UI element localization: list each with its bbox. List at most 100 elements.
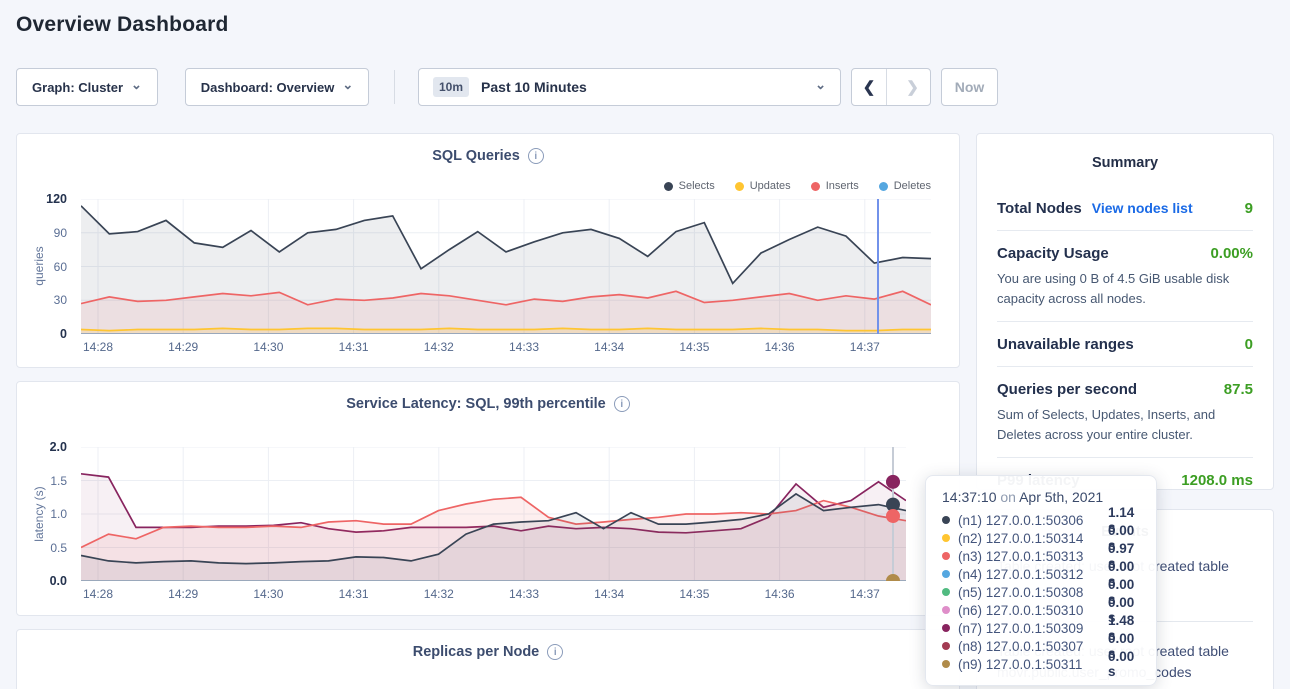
summary-row-total-nodes: Total Nodes View nodes list 9: [997, 186, 1253, 231]
capacity-label: Capacity Usage: [997, 245, 1109, 262]
summary-row-capacity: Capacity Usage 0.00% You are using 0 B o…: [997, 231, 1253, 322]
info-icon[interactable]: i: [528, 148, 544, 164]
legend-color-dot: [811, 182, 820, 191]
y-tick-label: 2.0: [50, 440, 67, 454]
info-icon[interactable]: i: [547, 644, 563, 660]
summary-body: Total Nodes View nodes list 9 Capacity U…: [997, 186, 1253, 502]
y-axis-ticks: 0.00.51.01.52.0: [17, 447, 73, 581]
y-tick-label: 60: [54, 260, 67, 274]
tooltip-timestamp: 14:37:10 on Apr 5th, 2021: [942, 489, 1140, 505]
legend-label: Deletes: [894, 180, 931, 192]
node-address: (n7) 127.0.0.1:50309: [958, 621, 1100, 636]
legend-label: Selects: [679, 180, 715, 192]
legend-item[interactable]: Updates: [735, 180, 791, 192]
node-address: (n9) 127.0.0.1:50311: [958, 657, 1100, 672]
chart-title: Replicas per Node: [413, 644, 540, 660]
y-tick-label: 120: [46, 192, 67, 206]
y-tick-label: 1.0: [50, 507, 67, 521]
unavailable-value: 0: [1245, 336, 1253, 353]
legend-color-dot: [879, 182, 888, 191]
node-color-dot: [942, 624, 950, 632]
node-address: (n1) 127.0.0.1:50306: [958, 513, 1100, 528]
y-tick-label: 1.5: [50, 474, 67, 488]
crosshair-dot: [886, 475, 900, 489]
legend-item[interactable]: Deletes: [879, 180, 931, 192]
total-nodes-label: Total Nodes: [997, 200, 1082, 217]
chart-canvas[interactable]: [81, 447, 906, 581]
chart-legend: Selects Updates Inserts Deletes: [664, 180, 931, 192]
x-tick-label: 14:29: [168, 340, 198, 354]
chart-plot-area: [81, 447, 906, 586]
chevron-down-icon: ⌄: [131, 77, 142, 93]
x-tick-label: 14:33: [509, 587, 539, 601]
dashboard-dropdown[interactable]: Dashboard: Overview ⌄: [185, 68, 369, 106]
overview-dashboard-page: Overview Dashboard Graph: Cluster ⌄ Dash…: [0, 0, 1290, 689]
legend-color-dot: [664, 182, 673, 191]
x-tick-label: 14:29: [168, 587, 198, 601]
summary-row-qps: Queries per second 87.5 Sum of Selects, …: [997, 367, 1253, 458]
node-color-dot: [942, 534, 950, 542]
view-nodes-list-link[interactable]: View nodes list: [1092, 200, 1193, 216]
time-nav-group: ❮ ❯: [851, 68, 931, 106]
now-button[interactable]: Now: [941, 68, 998, 106]
x-tick-label: 14:28: [83, 340, 113, 354]
node-address: (n3) 127.0.0.1:50313: [958, 549, 1100, 564]
service-latency-panel: Service Latency: SQL, 99th percentile i …: [16, 381, 960, 616]
x-tick-label: 14:32: [424, 587, 454, 601]
time-prev-button[interactable]: ❮: [852, 69, 887, 105]
x-tick-label: 14:37: [850, 587, 880, 601]
legend-item[interactable]: Selects: [664, 180, 715, 192]
x-tick-label: 14:30: [253, 587, 283, 601]
chevron-left-icon: ❮: [863, 78, 876, 96]
now-button-label: Now: [955, 79, 985, 95]
capacity-value: 0.00%: [1210, 245, 1253, 262]
time-next-button[interactable]: ❯: [895, 69, 930, 105]
node-address: (n5) 127.0.0.1:50308: [958, 585, 1100, 600]
x-tick-label: 14:32: [424, 340, 454, 354]
page-title: Overview Dashboard: [16, 13, 229, 37]
chart-canvas[interactable]: [81, 199, 931, 334]
x-tick-label: 14:34: [594, 340, 624, 354]
unavailable-label: Unavailable ranges: [997, 336, 1134, 353]
node-address: (n6) 127.0.0.1:50310: [958, 603, 1100, 618]
tooltip-date: Apr 5th, 2021: [1019, 489, 1103, 505]
graph-dropdown[interactable]: Graph: Cluster ⌄: [16, 68, 158, 106]
chevron-down-icon: ⌄: [815, 77, 826, 93]
sql-queries-panel: SQL Queries i Selects Updates Inserts Delet…: [16, 133, 960, 368]
info-icon[interactable]: i: [614, 396, 630, 412]
crosshair-dot: [886, 509, 900, 523]
p99-value: 1208.0 ms: [1181, 472, 1253, 489]
summary-panel: Summary Total Nodes View nodes list 9 Ca…: [976, 133, 1274, 490]
summary-row-unavailable: Unavailable ranges 0: [997, 322, 1253, 367]
summary-title: Summary: [977, 155, 1273, 171]
time-range-dropdown[interactable]: 10m Past 10 Minutes ⌄: [418, 68, 841, 106]
dashboard-dropdown-label: Dashboard: Overview: [201, 80, 335, 95]
chart-hover-tooltip: 14:37:10 on Apr 5th, 2021 (n1) 127.0.0.1…: [925, 475, 1157, 686]
tooltip-time: 14:37:10: [942, 489, 997, 505]
node-color-dot: [942, 570, 950, 578]
y-tick-label: 90: [54, 226, 67, 240]
qps-label: Queries per second: [997, 381, 1137, 398]
x-tick-label: 14:35: [679, 340, 709, 354]
service-latency-title-row: Service Latency: SQL, 99th percentile i: [17, 396, 959, 412]
legend-item[interactable]: Inserts: [811, 180, 859, 192]
qps-value: 87.5: [1224, 381, 1253, 398]
tooltip-row: (n9) 127.0.0.1:503110.00 s: [942, 655, 1140, 673]
x-tick-label: 14:33: [509, 340, 539, 354]
tooltip-rows: (n1) 127.0.0.1:503061.14 s(n2) 127.0.0.1…: [942, 511, 1140, 673]
node-color-dot: [942, 642, 950, 650]
node-color-dot: [942, 552, 950, 560]
qps-desc: Sum of Selects, Updates, Inserts, and De…: [997, 405, 1253, 444]
graph-dropdown-label: Graph: Cluster: [32, 80, 123, 95]
capacity-desc: You are using 0 B of 4.5 GiB usable disk…: [997, 269, 1253, 308]
node-address: (n8) 127.0.0.1:50307: [958, 639, 1100, 654]
x-tick-label: 14:31: [339, 587, 369, 601]
sql-queries-title-row: SQL Queries i: [17, 148, 959, 164]
replicas-title-row: Replicas per Node i: [17, 644, 959, 660]
x-tick-label: 14:36: [765, 587, 795, 601]
y-axis-ticks: 0306090120: [17, 199, 73, 334]
chart-title: SQL Queries: [432, 148, 520, 164]
node-color-dot: [942, 606, 950, 614]
node-color-dot: [942, 516, 950, 524]
total-nodes-value: 9: [1245, 200, 1253, 217]
